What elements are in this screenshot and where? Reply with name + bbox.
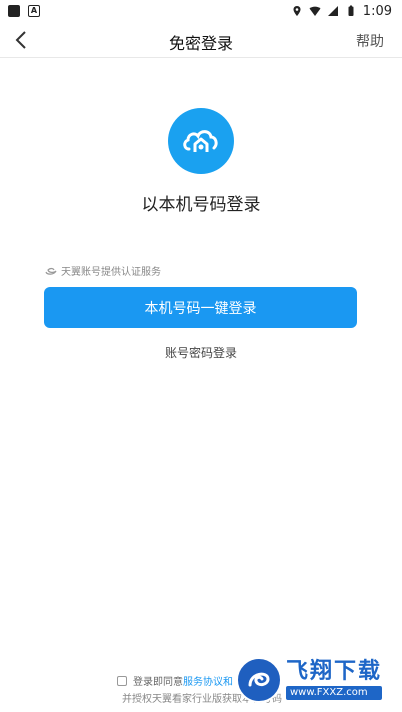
battery-icon xyxy=(348,5,354,16)
provider-note: 天翼账号提供认证服务 xyxy=(45,263,161,278)
watermark: 飞翔下载 www.FXXZ.com xyxy=(236,652,396,708)
agreement-row: 登录即同意 服务协议和 xyxy=(117,673,233,688)
cloud-home-icon xyxy=(183,130,218,152)
app-logo xyxy=(168,108,234,174)
status-right: 1:09 xyxy=(291,4,392,19)
tianyi-logo-icon xyxy=(45,267,57,275)
watermark-logo xyxy=(236,657,282,703)
status-bar: A 1:09 xyxy=(0,0,402,22)
status-time: 1:09 xyxy=(362,3,392,19)
service-agreement-link[interactable]: 服务协议和 xyxy=(183,673,233,688)
help-button[interactable]: 帮助 xyxy=(356,31,384,51)
wifi-icon xyxy=(309,6,321,16)
notification-icon xyxy=(8,5,20,17)
agreement-checkbox[interactable] xyxy=(117,675,127,686)
status-left: A xyxy=(8,5,40,17)
page-title: 免密登录 xyxy=(168,34,233,53)
provider-note-text: 天翼账号提供认证服务 xyxy=(61,267,161,278)
watermark-name: 飞翔下载 xyxy=(286,658,383,684)
password-login-link[interactable]: 账号密码登录 xyxy=(0,344,402,361)
swirl-icon xyxy=(248,672,270,687)
one-click-login-button[interactable]: 本机号码一键登录 xyxy=(44,287,357,328)
app-notification-icon: A xyxy=(28,5,40,17)
nav-bar: 免密登录 帮助 xyxy=(0,22,402,58)
agreement-prefix: 登录即同意 xyxy=(133,677,183,688)
signal-icon xyxy=(327,6,338,16)
login-caption: 以本机号码登录 xyxy=(141,195,261,215)
watermark-url: www.FXXZ.com xyxy=(286,685,383,700)
watermark-text: 飞翔下载 www.FXXZ.com xyxy=(286,658,383,700)
location-icon xyxy=(293,6,301,16)
